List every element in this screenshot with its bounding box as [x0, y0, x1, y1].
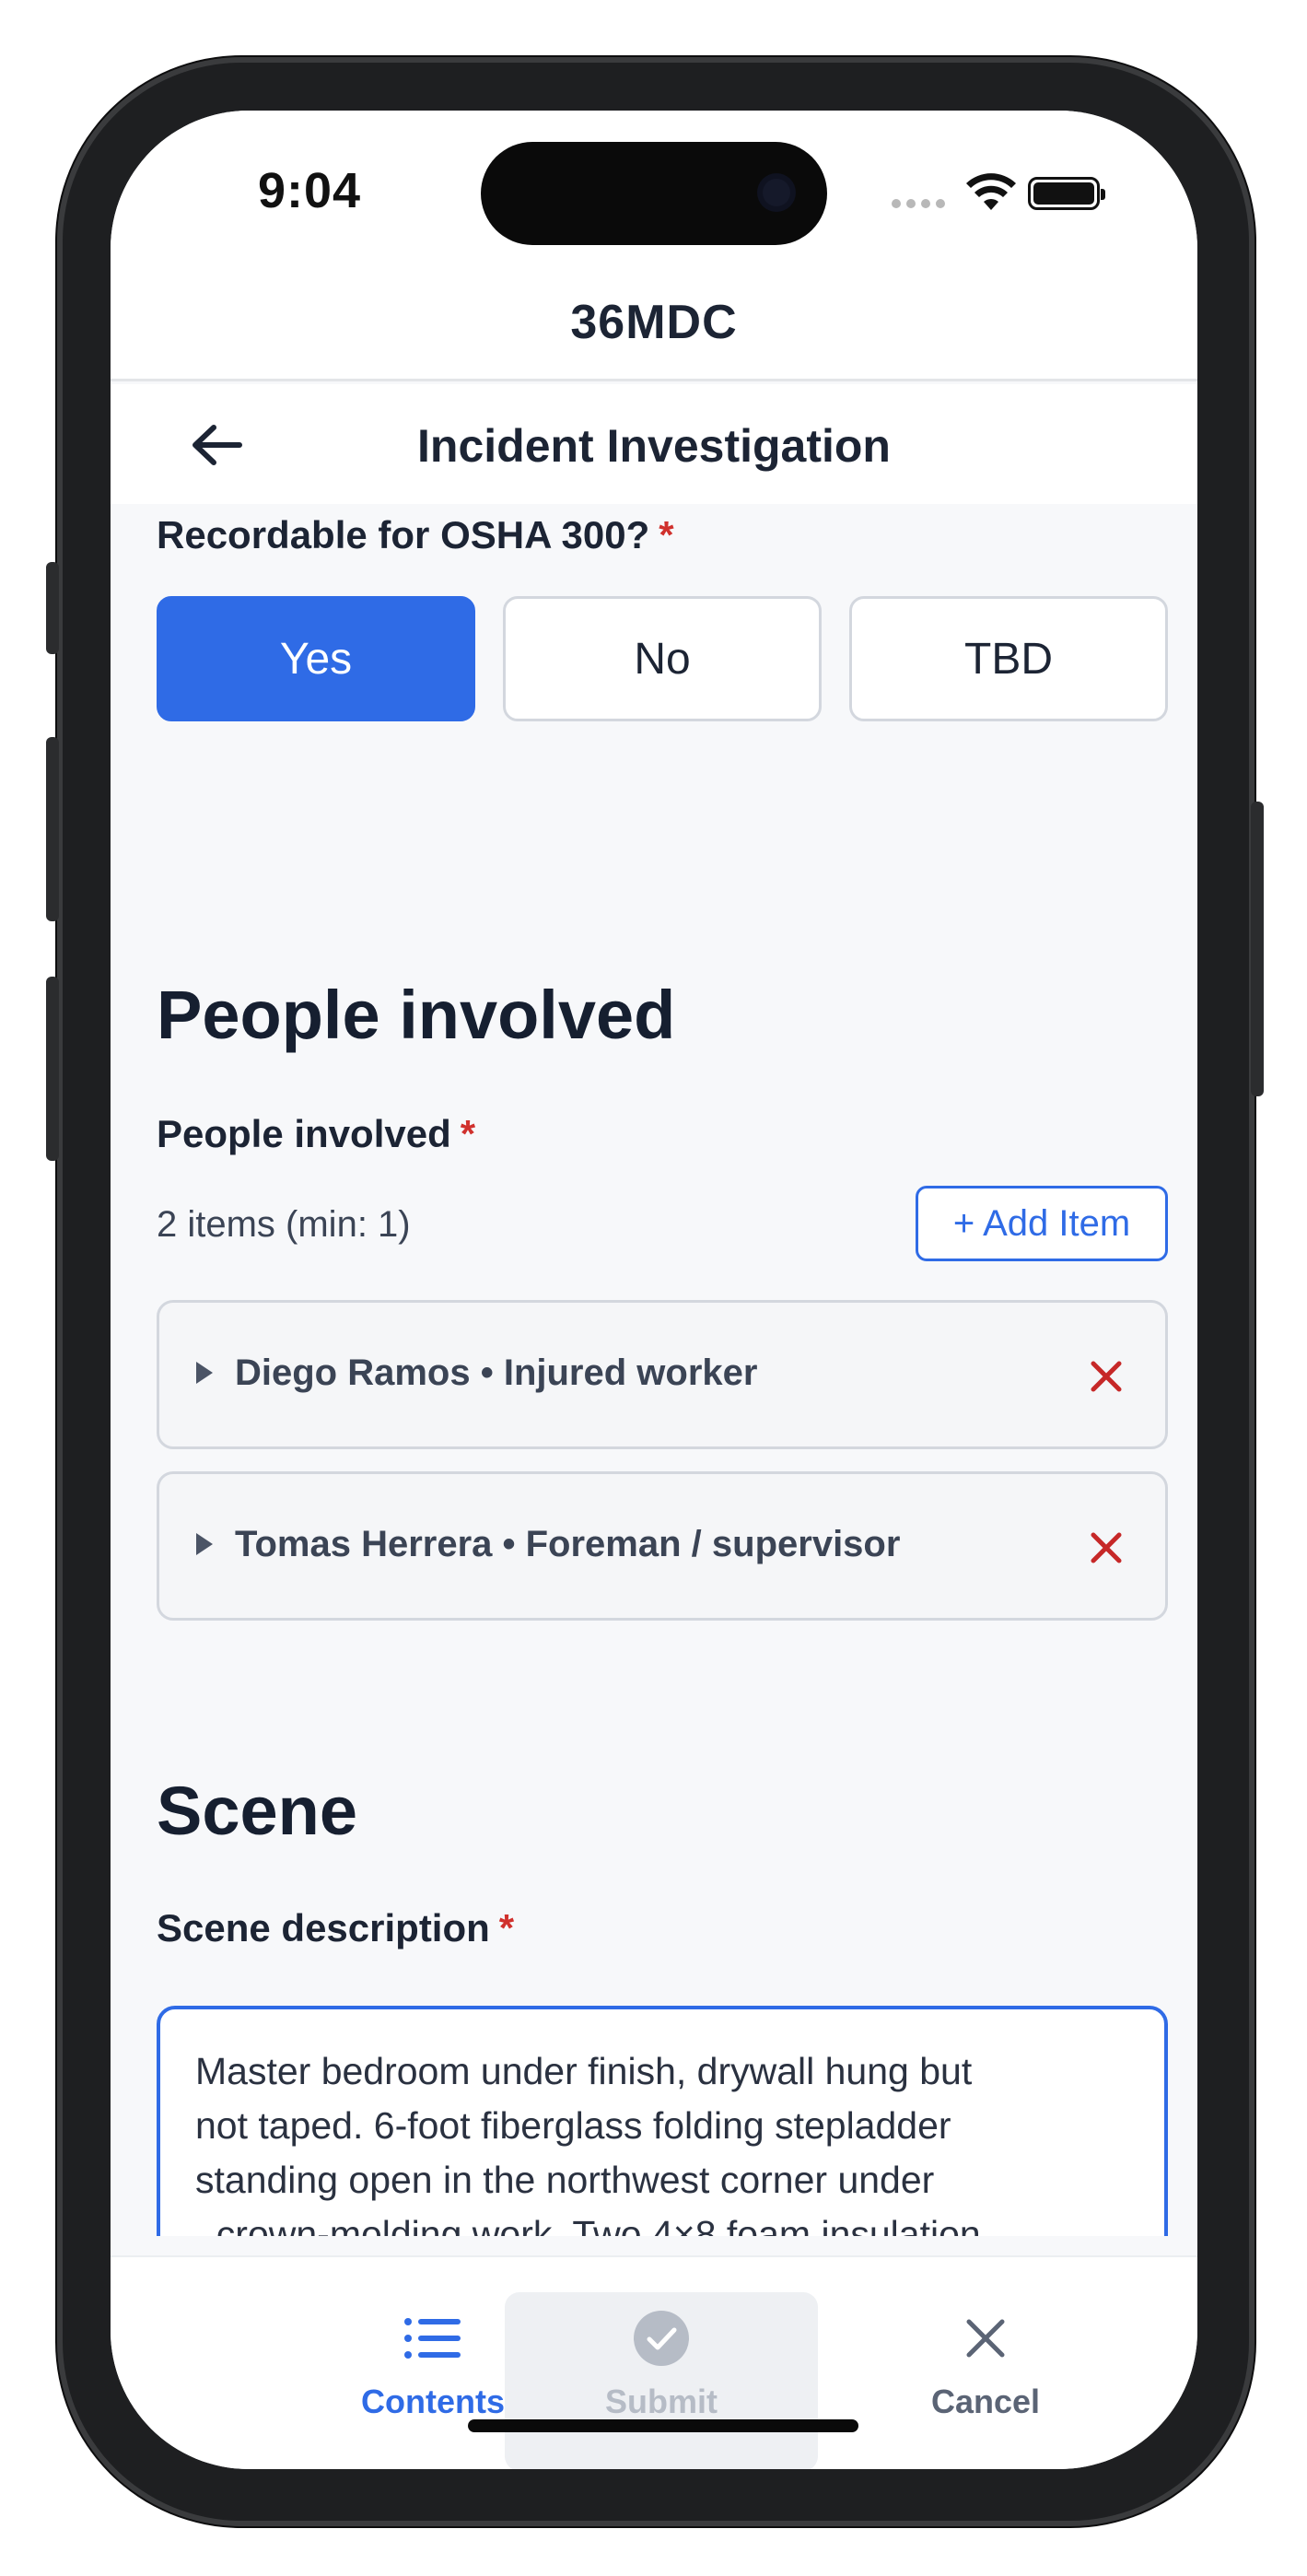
battery-icon	[1028, 177, 1105, 210]
back-button[interactable]	[184, 412, 251, 478]
required-mark: *	[498, 1906, 515, 1950]
home-indicator	[468, 2419, 858, 2432]
disclosure-triangle-icon	[196, 1362, 213, 1384]
remove-icon[interactable]	[1084, 1354, 1128, 1399]
scene-field-label: Scene description *	[157, 1906, 514, 1950]
nav-bar: Incident Investigation	[111, 384, 1197, 504]
app-header: 36MDC	[111, 258, 1197, 381]
status-time: 9:04	[258, 163, 362, 218]
submit-label: Submit	[605, 2383, 718, 2420]
screen: 9:04 36MDC Incident Investigation Record…	[111, 111, 1197, 2469]
volume-down-button	[46, 977, 59, 1161]
osha-option-tbd[interactable]: TBD	[849, 596, 1168, 721]
scene-description-textarea[interactable]: Master bedroom under finish, drywall hun…	[157, 2006, 1168, 2236]
scene-section-heading: Scene	[157, 1773, 358, 1849]
check-circle-icon	[634, 2311, 689, 2366]
required-mark: *	[460, 1112, 476, 1155]
arrow-left-icon	[193, 425, 242, 465]
dynamic-island	[481, 142, 827, 245]
people-count: 2 items (min: 1)	[157, 1204, 411, 1245]
volume-up-button	[46, 737, 59, 921]
osha-field-label: Recordable for OSHA 300? *	[157, 513, 674, 557]
silent-switch	[46, 562, 59, 654]
camera-icon	[763, 179, 790, 206]
wifi-icon	[966, 173, 1016, 210]
scene-label-text: Scene description	[157, 1906, 490, 1950]
contents-label: Contents	[361, 2383, 505, 2420]
required-mark: *	[659, 513, 674, 556]
app-title: 36MDC	[570, 296, 738, 349]
people-label-text: People involved	[157, 1112, 451, 1155]
remove-icon[interactable]	[1084, 1526, 1128, 1570]
form-content[interactable]: Recordable for OSHA 300? * Yes No TBD Peo…	[111, 504, 1197, 2236]
osha-option-yes[interactable]: Yes	[157, 596, 475, 721]
add-item-button[interactable]: + Add Item	[916, 1186, 1168, 1261]
list-icon	[404, 2318, 461, 2359]
person-item[interactable]: Diego Ramos • Injured worker	[157, 1300, 1168, 1449]
cancel-label: Cancel	[930, 2383, 1041, 2420]
person-item[interactable]: Tomas Herrera • Foreman / supervisor	[157, 1471, 1168, 1621]
person-item-label: Diego Ramos • Injured worker	[235, 1352, 758, 1393]
people-field-label: People involved *	[157, 1112, 475, 1156]
osha-label-text: Recordable for OSHA 300?	[157, 513, 650, 556]
people-section-heading: People involved	[157, 977, 676, 1053]
cancel-button[interactable]: Cancel	[829, 2257, 1142, 2441]
power-button	[1251, 802, 1264, 1096]
status-bar: 9:04	[111, 111, 1197, 258]
close-icon	[966, 2319, 1005, 2358]
disclosure-triangle-icon	[196, 1533, 213, 1555]
osha-option-no[interactable]: No	[503, 596, 822, 721]
bottom-toolbar: Contents Submit Cancel	[111, 2255, 1197, 2469]
page-title: Incident Investigation	[417, 420, 891, 472]
person-item-label: Tomas Herrera • Foreman / supervisor	[235, 1524, 901, 1564]
cellular-signal-icon	[892, 199, 945, 208]
submit-button[interactable]: Submit	[505, 2292, 818, 2469]
